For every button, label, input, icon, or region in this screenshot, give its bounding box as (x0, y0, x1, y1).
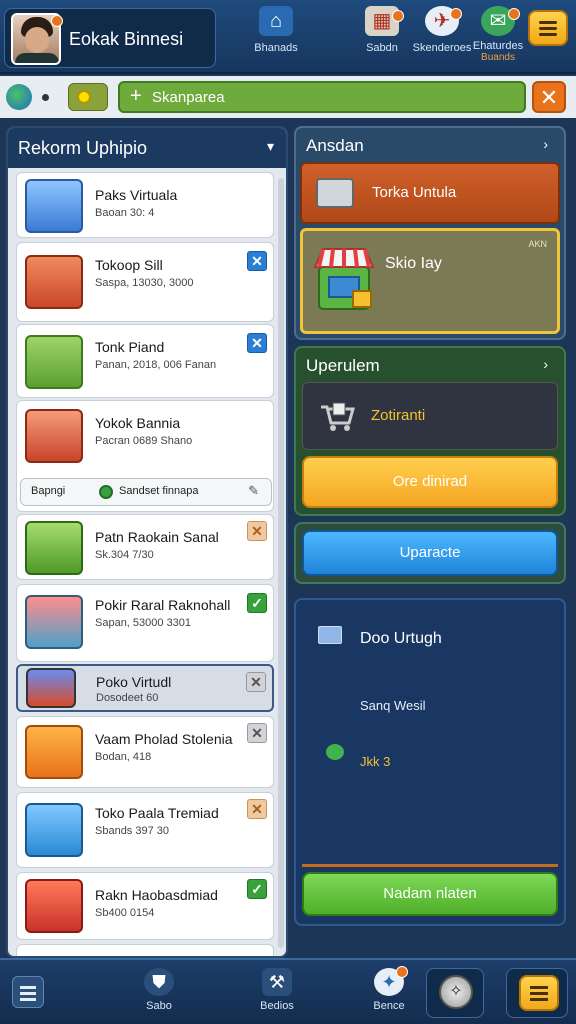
list-item[interactable]: Paks Virtuala Baoan 30: 4 (16, 172, 274, 238)
close-button[interactable]: ✕ (532, 81, 566, 113)
section-title: Uperulem (306, 356, 380, 375)
search-value: Skanparea (152, 89, 225, 106)
list-icon[interactable] (12, 976, 44, 1008)
right-panel-upgrade: Uperulem › Zotiranti Ore dinirad (294, 346, 566, 516)
bottom-nav-bence[interactable]: ✦ Bence (354, 964, 424, 1022)
order-button[interactable]: Ore dinirad (302, 456, 558, 508)
section-title: Ansdan (306, 136, 364, 155)
dot-icon (42, 94, 49, 101)
store-thumb-icon (25, 179, 83, 233)
folder-icon (318, 626, 342, 644)
edit-icon[interactable]: ✎ (248, 483, 259, 499)
list-item[interactable]: Pokir Raral Raknohall Sapan, 53000 3301 … (16, 584, 274, 662)
compass-icon: ✧ (439, 975, 473, 1009)
filter-toggle[interactable] (68, 83, 108, 111)
store-thumb-icon (25, 521, 83, 575)
list-item-selected[interactable]: Poko Virtudl Dosodeet 60 ✕ (16, 664, 274, 712)
bottom-nav-bedios[interactable]: ⚒ Bedios (242, 964, 312, 1022)
notification-dot (450, 8, 462, 20)
shop-stall-icon (313, 248, 375, 310)
divider (302, 864, 558, 867)
menu-button[interactable] (528, 10, 568, 46)
store-thumb-icon (26, 668, 76, 708)
compass-button[interactable]: ✧ (426, 968, 484, 1018)
chevron-down-icon[interactable]: ▾ (267, 138, 274, 155)
checkbox[interactable]: ✓ (247, 593, 267, 613)
list-item[interactable]: Patn Raokain Sanal Sk.304 7/30 ✕ (16, 514, 274, 580)
shield-icon: ⛊ (144, 968, 174, 996)
checkbox[interactable]: ✕ (247, 333, 267, 353)
chevron-right-icon[interactable]: › (543, 356, 548, 372)
bottom-menu-button[interactable] (506, 968, 568, 1018)
plus-icon: + (130, 85, 142, 107)
sub-action-row[interactable]: Bapngi Sandset finnapa ✎ (20, 478, 272, 506)
notification-dot (392, 10, 404, 22)
notification-dot (508, 8, 520, 20)
checkbox[interactable]: ✓ (247, 879, 267, 899)
coin-icon (77, 90, 91, 104)
search-input[interactable]: + Skanparea (118, 81, 526, 113)
nav-skenderoes[interactable]: ✈ Skenderoes (410, 6, 474, 68)
store-thumb-icon (25, 803, 83, 857)
menu-icon (519, 975, 559, 1011)
list-item[interactable]: Rakn Haobasdmiad Sb400 0154 ✓ (16, 872, 274, 940)
store-thumb-icon (25, 255, 83, 309)
confirm-button[interactable]: Nadam nlaten (302, 872, 558, 916)
tv-icon (316, 178, 354, 208)
checkbox[interactable]: ✕ (246, 672, 266, 692)
status-dot-icon (99, 485, 113, 499)
store-thumb-icon (25, 725, 83, 779)
checkbox[interactable]: ✕ (247, 799, 267, 819)
scrollbar[interactable] (278, 178, 284, 948)
notification-dot (396, 966, 408, 978)
profile-name: Eokak Binnesi (69, 29, 184, 49)
checkbox[interactable]: ✕ (247, 723, 267, 743)
shop-icon: ⌂ (259, 6, 293, 36)
chevron-right-icon[interactable]: › (543, 136, 548, 152)
store-thumb-icon (25, 879, 83, 933)
notification-dot (51, 15, 63, 27)
search-row: + Skanparea ✕ (0, 76, 576, 118)
leaf-icon (326, 744, 344, 760)
featured-card-orange[interactable]: Torka Untula (300, 162, 560, 224)
bottom-nav-sabo[interactable]: ⛊ Sabo (124, 964, 194, 1022)
update-button[interactable]: Uparacte (302, 530, 558, 576)
upgrade-card[interactable]: Zotiranti (302, 382, 558, 450)
left-panel-header[interactable]: Rekorm Uphipio ▾ (8, 128, 286, 168)
profile-card[interactable]: Eokak Binnesi (4, 8, 216, 68)
cart-icon (321, 402, 355, 431)
update-button-wrap: Uparacte (294, 522, 566, 584)
nav-sabdn[interactable]: ▦ Sabdn (350, 6, 414, 68)
store-thumb-icon (25, 595, 83, 649)
top-bar: Eokak Binnesi ⌂ Bhanads ▦ Sabdn ✈ Skende… (0, 0, 576, 74)
featured-card-gold[interactable]: Skio Iay AKN (300, 228, 560, 334)
left-panel: Rekorm Uphipio ▾ Paks Virtuala Baoan 30:… (6, 126, 288, 958)
list-item[interactable]: Vaam Pholad Stolenia Bodan, 418 ✕ (16, 716, 274, 788)
bottom-bar: ⛊ Sabo ⚒ Bedios ✦ Bence ✧ (0, 958, 576, 1024)
list-item[interactable]: Tokoop Sill Saspa, 13030, 3000 ✕ (16, 242, 274, 322)
tools-icon: ⚒ (262, 968, 292, 996)
checkbox[interactable]: ✕ (247, 521, 267, 541)
right-panel-details: Doo Urtugh Sanq Wesil Jkk 3 Nadam nlaten (294, 598, 566, 926)
nav-ehaturdes[interactable]: ✉ Ehaturdes Buands (466, 6, 530, 68)
cart-thumb-icon (25, 409, 83, 463)
store-thumb-icon (25, 335, 83, 389)
list-item-partial[interactable] (16, 944, 274, 956)
list-item[interactable]: Tonk Piand Panan, 2018, 006 Fanan ✕ (16, 324, 274, 398)
right-panel-featured: Ansdan › Torka Untula Skio Iay AKN (294, 126, 566, 340)
checkbox[interactable]: ✕ (247, 251, 267, 271)
left-panel-title: Rekorm Uphipio (18, 138, 148, 158)
nav-bhanads[interactable]: ⌂ Bhanads (244, 6, 308, 68)
globe-icon[interactable] (6, 84, 32, 110)
list-item[interactable]: Toko Paala Tremiad Sbands 397 30 ✕ (16, 792, 274, 868)
